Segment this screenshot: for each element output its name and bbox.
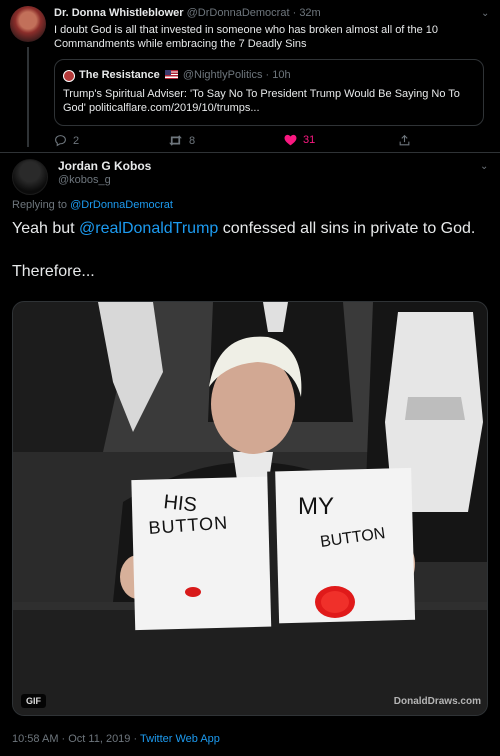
like-count: 31 (303, 134, 316, 146)
gif-media[interactable]: HIS BUTTON MY BUTTON GIF DonaldDraws.com (12, 301, 488, 716)
like-icon (284, 134, 297, 146)
author-handle[interactable]: @kobos_g (58, 174, 111, 186)
author-name[interactable]: Dr. Donna Whistleblower (54, 7, 184, 19)
tweet-text-start: Yeah but (12, 220, 75, 237)
main-tweet: Jordan G Kobos @kobos_g ⌄ Replying to @D… (0, 152, 500, 756)
share-button[interactable] (398, 134, 411, 147)
gif-badge: GIF (21, 694, 46, 708)
avatar[interactable] (10, 6, 46, 42)
separator-dot: · (292, 7, 297, 19)
gif-frame-illustration: HIS BUTTON MY BUTTON (13, 302, 487, 715)
retweet-button[interactable]: 8 (168, 134, 195, 147)
tweet-text: Yeah but @realDonaldTrump confessed all … (12, 219, 475, 239)
replying-to: Replying to @DrDonnaDemocrat (12, 199, 173, 211)
tweet-header: Dr. Donna Whistleblower @DrDonnaDemocrat… (54, 7, 321, 19)
chevron-down-icon[interactable]: ⌄ (481, 8, 489, 19)
thread-connector-line (27, 47, 29, 147)
like-button[interactable]: 31 (284, 134, 315, 146)
tweet-time[interactable]: 32m (299, 7, 320, 19)
retweet-icon (169, 135, 182, 146)
sign-left-line1: HIS (162, 491, 197, 516)
quoted-text: Trump's Spiritual Adviser: 'To Say No To… (63, 88, 460, 114)
author-handle[interactable]: @DrDonnaDemocrat (187, 7, 290, 19)
reply-button[interactable]: 2 (54, 134, 79, 147)
share-icon (399, 134, 410, 146)
sign-right-line1: MY (298, 493, 334, 520)
tweet-text-end: confessed all sins in private to God. (222, 220, 476, 237)
tweet-metadata: 10:58 AM · Oct 11, 2019 · Twitter Web Ap… (12, 733, 220, 745)
tweet-text: I doubt God is all that invested in some… (54, 24, 439, 50)
author-name[interactable]: Jordan G Kobos (58, 159, 151, 173)
reply-count: 2 (73, 134, 80, 147)
reply-icon (55, 135, 66, 147)
tweet-text-line2: Therefore... (12, 263, 95, 280)
avatar[interactable] (12, 159, 48, 195)
parent-tweet[interactable]: Dr. Donna Whistleblower @DrDonnaDemocrat… (0, 0, 500, 152)
us-flag-icon (164, 70, 178, 79)
watermark: DonaldDraws.com (393, 696, 481, 707)
tweet-source[interactable]: Twitter Web App (140, 733, 220, 745)
replying-mention-link[interactable]: @DrDonnaDemocrat (70, 199, 173, 211)
quoted-time: 10h (272, 69, 291, 81)
mention-link[interactable]: @realDonaldTrump (79, 220, 218, 237)
tweet-actions: 2 8 31 (54, 134, 494, 150)
retweet-count: 8 (189, 134, 196, 147)
tweet-timestamp[interactable]: 10:58 AM · Oct 11, 2019 · (12, 733, 137, 745)
quoted-author-name: The Resistance (79, 69, 160, 81)
replying-prefix: Replying to (12, 199, 68, 211)
quoted-avatar (63, 70, 75, 82)
quoted-header: The Resistance @NightlyPolitics · 10h (79, 69, 291, 81)
quoted-author-handle: @NightlyPolitics (182, 69, 263, 81)
chevron-down-icon[interactable]: ⌄ (480, 161, 488, 172)
quoted-tweet[interactable]: The Resistance @NightlyPolitics · 10h Tr… (54, 59, 484, 126)
separator-dot: · (265, 69, 270, 81)
